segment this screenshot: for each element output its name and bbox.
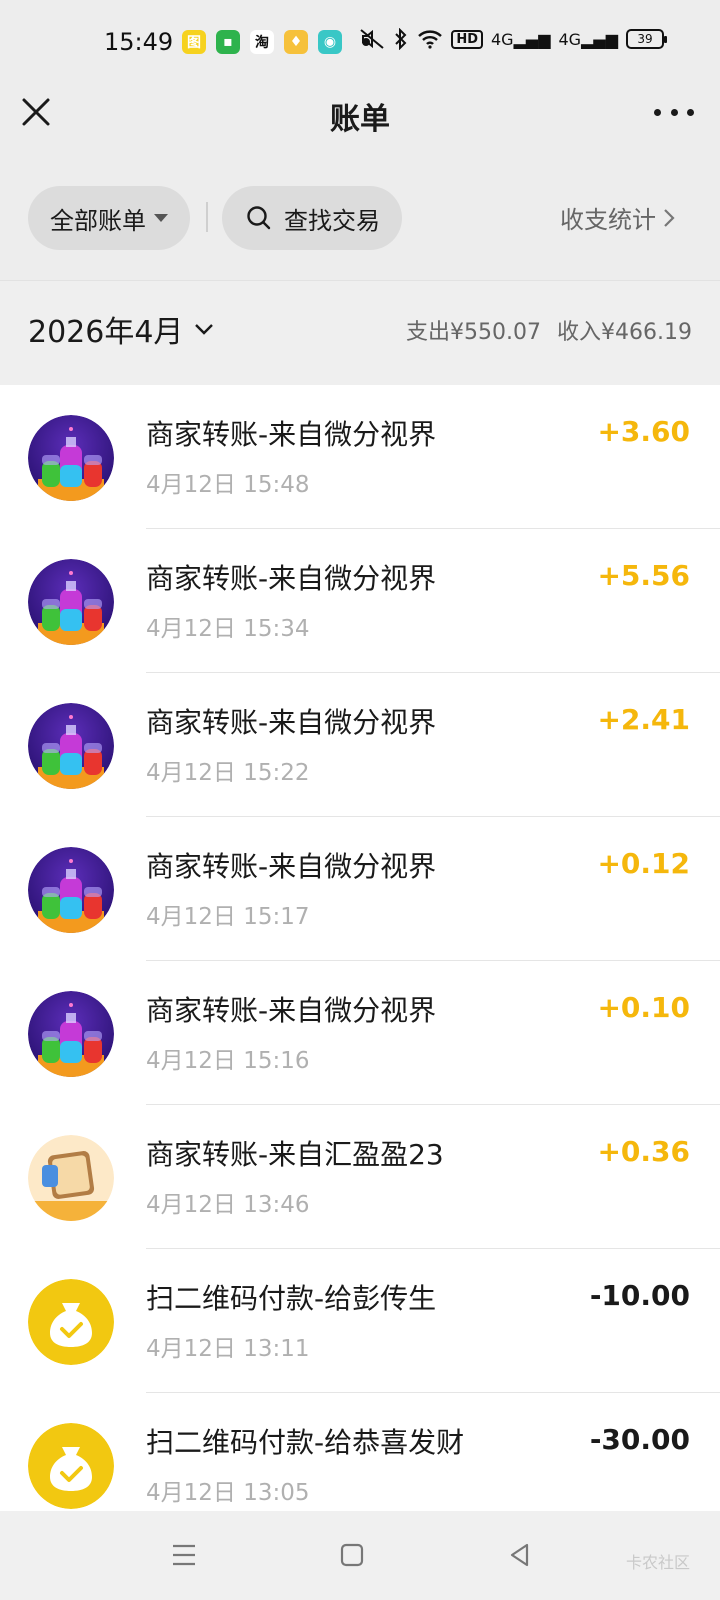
- photo-app-icon: 图: [182, 30, 206, 54]
- transaction-title: 商家转账-来自微分视界: [146, 562, 437, 595]
- status-app-icons: 图 ▪ 淘 ♦ ◉: [182, 30, 370, 54]
- transaction-row[interactable]: 扫二维码付款-给恭喜发财 4月12日 13:05 -30.00: [0, 1393, 720, 1511]
- transaction-amount: +0.10: [597, 991, 690, 1024]
- all-bills-filter[interactable]: 全部账单: [28, 186, 190, 250]
- money-bag-avatar: [28, 1423, 114, 1509]
- month-summary-bar: 2026年4月 支出¥550.07 收入¥466.19: [0, 281, 720, 385]
- transaction-list: 商家转账-来自微分视界 4月12日 15:48 +3.60 商家转账-来自微分视界 4月…: [0, 385, 720, 1511]
- transaction-title: 商家转账-来自微分视界: [146, 706, 437, 739]
- search-label: 查找交易: [284, 206, 380, 235]
- transaction-row[interactable]: 商家转账-来自微分视界 4月12日 15:22 +2.41: [0, 673, 720, 817]
- transaction-time: 4月12日 15:34: [146, 616, 310, 642]
- message-app-icon: ▪: [216, 30, 240, 54]
- status-system-icons: HD 4G▂▄▆ 4G▂▄▆ 39: [359, 28, 667, 50]
- bluetooth-icon: [395, 28, 407, 50]
- month-totals: 支出¥550.07 收入¥466.19: [390, 314, 692, 346]
- chevron-down-icon: [195, 324, 214, 335]
- battery-icon: 39: [626, 29, 667, 49]
- transaction-title: 扫二维码付款-给彭传生: [146, 1282, 437, 1315]
- transaction-amount: +3.60: [597, 415, 690, 448]
- search-icon: [247, 206, 271, 230]
- bottles-avatar: [28, 559, 114, 645]
- menu-icon: [173, 1544, 195, 1566]
- transaction-row[interactable]: 商家转账-来自微分视界 4月12日 15:16 +0.10: [0, 961, 720, 1105]
- transaction-title: 商家转账-来自微分视界: [146, 994, 437, 1027]
- chat-app-icon: ◉: [318, 30, 342, 54]
- wifi-icon: [418, 30, 443, 49]
- chevron-right-icon: [664, 208, 675, 227]
- transaction-time: 4月12日 15:16: [146, 1048, 310, 1074]
- month-selector[interactable]: 2026年4月: [28, 307, 215, 351]
- more-button[interactable]: [654, 102, 694, 122]
- taobao-app-icon: 淘: [250, 30, 274, 54]
- signal-4g-icon: 4G▂▄▆: [491, 29, 551, 49]
- transaction-title: 扫二维码付款-给恭喜发财: [146, 1426, 465, 1459]
- page-title: 账单: [330, 102, 390, 137]
- status-bar: 15:49 图 ▪ 淘 ♦ ◉ HD 4G▂▄▆ 4G▂▄▆ 39: [0, 0, 720, 90]
- transaction-time: 4月12日 15:48: [146, 472, 310, 498]
- transaction-amount: -10.00: [589, 1279, 690, 1312]
- status-time: 15:49: [104, 28, 174, 56]
- transaction-time: 4月12日 15:17: [146, 904, 310, 930]
- transaction-row[interactable]: 商家转账-来自微分视界 4月12日 15:48 +3.60: [0, 385, 720, 529]
- more-dot-icon: [670, 108, 678, 116]
- back-triangle-icon: [510, 1543, 529, 1567]
- system-nav-bar: 卡农社区: [0, 1511, 720, 1600]
- income-total: 收入¥466.19: [557, 320, 692, 345]
- home-square-icon: [340, 1543, 364, 1567]
- transaction-time: 4月12日 15:22: [146, 760, 310, 786]
- transaction-title: 商家转账-来自汇盈盈23: [146, 1138, 444, 1171]
- search-transactions-button[interactable]: 查找交易: [222, 186, 402, 250]
- signal-4g-icon-2: 4G▂▄▆: [558, 29, 619, 49]
- transaction-amount: +0.12: [597, 847, 690, 880]
- bottles-avatar: [28, 991, 114, 1077]
- mute-icon: [360, 29, 384, 49]
- more-dot-icon: [687, 108, 694, 116]
- transaction-amount: +0.36: [597, 1135, 690, 1168]
- expense-total: 支出¥550.07: [406, 320, 542, 345]
- transaction-amount: +2.41: [597, 703, 690, 736]
- transaction-time: 4月12日 13:05: [146, 1480, 310, 1506]
- money-bag-avatar: [28, 1279, 114, 1365]
- caret-down-icon: [154, 214, 168, 222]
- bottles-avatar: [28, 847, 114, 933]
- transaction-amount: +5.56: [597, 559, 690, 592]
- transaction-row[interactable]: 商家转账-来自汇盈盈23 4月12日 13:46 +0.36: [0, 1105, 720, 1249]
- home-button[interactable]: [330, 1533, 374, 1577]
- transaction-amount: -30.00: [589, 1423, 690, 1456]
- filter-row: 全部账单 查找交易 收支统计: [0, 186, 720, 250]
- vip-app-icon: ♦: [284, 30, 308, 54]
- back-button[interactable]: [498, 1533, 542, 1577]
- hd-indicator: HD: [451, 29, 483, 49]
- transaction-time: 4月12日 13:11: [146, 1336, 310, 1362]
- month-label: 2026年4月: [28, 315, 184, 350]
- nav-bar: 账单: [0, 84, 720, 144]
- transaction-row[interactable]: 商家转账-来自微分视界 4月12日 15:34 +5.56: [0, 529, 720, 673]
- transaction-time: 4月12日 13:46: [146, 1192, 310, 1218]
- transaction-row[interactable]: 扫二维码付款-给彭传生 4月12日 13:11 -10.00: [0, 1249, 720, 1393]
- stats-link[interactable]: 收支统计: [560, 200, 676, 235]
- quiz-avatar: [28, 1135, 114, 1221]
- filter-divider: [206, 202, 208, 232]
- all-bills-label: 全部账单: [50, 206, 146, 235]
- more-dot-icon: [654, 108, 661, 116]
- bottles-avatar: [28, 703, 114, 789]
- watermark-text: 卡农社区: [625, 1553, 690, 1572]
- transaction-row[interactable]: 商家转账-来自微分视界 4月12日 15:17 +0.12: [0, 817, 720, 961]
- stats-label: 收支统计: [560, 206, 656, 234]
- transaction-title: 商家转账-来自微分视界: [146, 850, 437, 883]
- transaction-title: 商家转账-来自微分视界: [146, 418, 437, 451]
- menu-button[interactable]: [162, 1533, 206, 1577]
- bottles-avatar: [28, 415, 114, 501]
